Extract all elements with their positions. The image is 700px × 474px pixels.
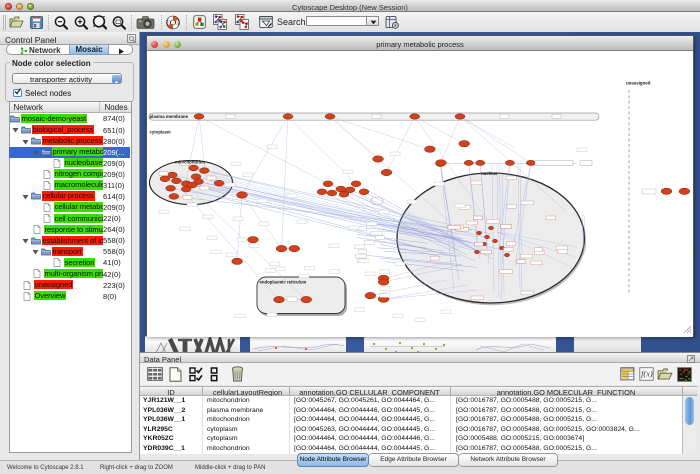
svg-text:plasma membrane: plasma membrane [150, 114, 189, 119]
svg-text:cytoplasm: cytoplasm [150, 130, 171, 135]
svg-text:unassigned: unassigned [626, 81, 651, 86]
svg-text:nucleus: nucleus [481, 171, 498, 176]
svg-text:f(x): f(x) [641, 370, 653, 379]
svg-text:endoplasmic reticulum: endoplasmic reticulum [260, 280, 307, 285]
svg-text:mitochondrion: mitochondrion [175, 160, 205, 165]
